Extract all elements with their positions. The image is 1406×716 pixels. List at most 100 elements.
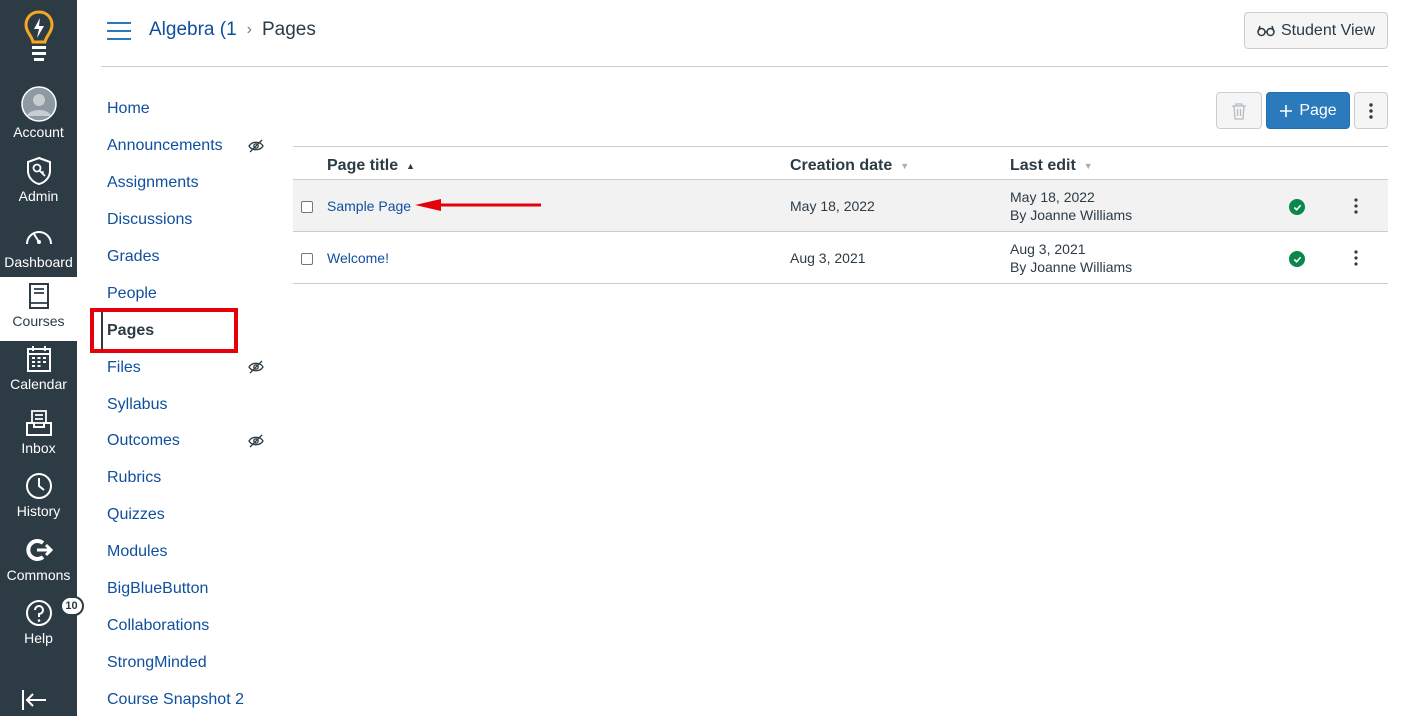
course-nav-label: Collaborations: [107, 616, 210, 634]
breadcrumb-current: Pages: [262, 19, 316, 40]
sort-unsorted-icon: ▼: [900, 161, 910, 171]
column-created-label: Creation date: [790, 157, 893, 174]
course-nav-collaborations[interactable]: Collaborations: [101, 607, 276, 644]
course-nav-announcements[interactable]: Announcements: [101, 128, 276, 165]
column-header-created[interactable]: Creation date ▼: [790, 157, 909, 175]
global-nav-admin[interactable]: Admin: [0, 152, 77, 216]
course-nav-label: Grades: [107, 248, 160, 265]
course-nav-course-snapshot-2[interactable]: Course Snapshot 2: [101, 681, 276, 716]
course-nav: Home Announcements Assignments Discussions G…: [101, 91, 276, 716]
course-nav-label: Syllabus: [107, 395, 168, 413]
course-nav-label: Rubrics: [107, 469, 162, 487]
page-title-link[interactable]: Welcome!: [327, 250, 389, 266]
clock-icon: [24, 471, 54, 501]
course-nav-discussions[interactable]: Discussions: [101, 202, 276, 239]
course-nav-label: StrongMinded: [107, 653, 207, 671]
global-nav-label: Courses: [12, 313, 65, 329]
page-title-link[interactable]: Sample Page: [327, 198, 411, 214]
course-nav-rubrics[interactable]: Rubrics: [101, 460, 276, 497]
course-nav-files[interactable]: Files: [101, 349, 276, 386]
creation-date: Aug 3, 2021: [790, 250, 866, 266]
hidden-eye-icon: [248, 139, 264, 153]
global-nav-label: Dashboard: [4, 254, 73, 270]
table-header: Page title ▲ Creation date ▼ Last edit ▼: [293, 146, 1388, 180]
pages-table: Page title ▲ Creation date ▼ Last edit ▼…: [293, 146, 1388, 284]
glasses-icon: [1257, 25, 1275, 36]
course-nav-label: Quizzes: [107, 506, 165, 524]
creation-date: May 18, 2022: [790, 198, 875, 214]
column-title-label: Page title: [327, 157, 399, 174]
last-edit: May 18, 2022 By Joanne Williams: [1010, 188, 1132, 224]
course-nav-modules[interactable]: Modules: [101, 534, 276, 571]
course-nav-pages[interactable]: Pages: [101, 312, 276, 350]
row-menu-kebab-icon[interactable]: [1346, 248, 1366, 268]
published-check-icon[interactable]: [1289, 251, 1305, 267]
course-nav-label: Modules: [107, 543, 168, 561]
row-select-checkbox[interactable]: [301, 201, 313, 213]
course-nav-label: People: [107, 284, 157, 302]
student-view-label: Student View: [1281, 21, 1375, 39]
commons-icon: [24, 535, 54, 565]
app-root: Account Admin Dashboard Courses Calendar Inbo…: [0, 0, 1406, 716]
collapse-nav-icon[interactable]: [20, 688, 50, 712]
course-nav-outcomes[interactable]: Outcomes: [101, 423, 276, 460]
course-nav-bigbluebutton[interactable]: BigBlueButton: [101, 571, 276, 608]
lightbulb-logo-icon[interactable]: [0, 10, 77, 66]
add-page-label: Page: [1299, 101, 1337, 119]
course-nav-label: Outcomes: [107, 432, 180, 450]
global-nav-label: Inbox: [21, 440, 56, 456]
global-nav-label: Admin: [18, 188, 59, 204]
delete-button[interactable]: [1216, 92, 1262, 129]
course-nav-assignments[interactable]: Assignments: [101, 165, 276, 202]
global-nav-courses[interactable]: Courses: [0, 277, 77, 341]
global-nav-account[interactable]: Account: [0, 86, 77, 150]
published-check-icon[interactable]: [1289, 199, 1305, 215]
shield-icon: [24, 156, 54, 186]
global-nav-dashboard[interactable]: Dashboard: [0, 218, 77, 282]
last-edit-date: Aug 3, 2021: [1010, 241, 1086, 257]
course-nav-quizzes[interactable]: Quizzes: [101, 497, 276, 534]
last-edit-author: By Joanne Williams: [1010, 207, 1133, 223]
more-options-button[interactable]: [1354, 92, 1388, 129]
global-nav-label: Account: [13, 124, 64, 140]
course-nav-syllabus[interactable]: Syllabus: [101, 386, 276, 423]
annotation-arrow-icon: [415, 199, 541, 211]
global-nav-label: Help: [24, 630, 53, 646]
global-nav-history[interactable]: History: [0, 467, 77, 531]
add-page-button[interactable]: Page: [1266, 92, 1350, 129]
table-body: Sample Page May 18, 2022 May 18, 2022 By Jo…: [293, 180, 1388, 284]
global-nav-calendar[interactable]: Calendar: [0, 340, 77, 404]
course-nav-label: Discussions: [107, 211, 193, 229]
breadcrumb-course-link[interactable]: Algebra (1: [149, 19, 237, 41]
global-nav-label: Commons: [6, 567, 71, 583]
speedometer-icon: [24, 222, 54, 252]
course-nav-people[interactable]: People: [101, 275, 276, 312]
row-select-checkbox[interactable]: [301, 253, 313, 265]
global-nav-commons[interactable]: Commons: [0, 531, 77, 595]
course-nav-label: Announcements: [107, 137, 223, 155]
course-nav-label: Assignments: [107, 174, 199, 192]
breadcrumb: Algebra (1 › Pages: [149, 19, 316, 41]
plus-icon: [1280, 104, 1293, 117]
global-nav-help[interactable]: 10 Help: [0, 594, 84, 658]
course-nav-label: Home: [107, 100, 150, 118]
header-divider: [101, 66, 1388, 67]
last-edit-author: By Joanne Williams: [1010, 259, 1133, 275]
column-header-edited[interactable]: Last edit ▼: [1010, 157, 1093, 175]
global-nav-inbox[interactable]: Inbox: [0, 404, 77, 468]
trash-icon: [1232, 102, 1246, 120]
hamburger-menu-icon[interactable]: [107, 22, 131, 42]
last-edit-date: May 18, 2022: [1010, 189, 1095, 205]
table-row: Welcome! Aug 3, 2021 Aug 3, 2021 By Joanne …: [293, 232, 1388, 284]
course-nav-label: Pages: [107, 321, 155, 339]
course-nav-grades[interactable]: Grades: [101, 239, 276, 276]
kebab-icon: [1369, 102, 1373, 119]
student-view-button[interactable]: Student View: [1244, 12, 1388, 49]
course-nav-label: Files: [107, 358, 141, 376]
inbox-icon: [24, 408, 54, 438]
course-nav-home[interactable]: Home: [101, 91, 276, 128]
course-nav-strongminded[interactable]: StrongMinded: [101, 644, 276, 681]
column-header-title[interactable]: Page title ▲: [327, 157, 415, 175]
row-menu-kebab-icon[interactable]: [1346, 196, 1366, 216]
notification-badge: 10: [59, 596, 84, 616]
